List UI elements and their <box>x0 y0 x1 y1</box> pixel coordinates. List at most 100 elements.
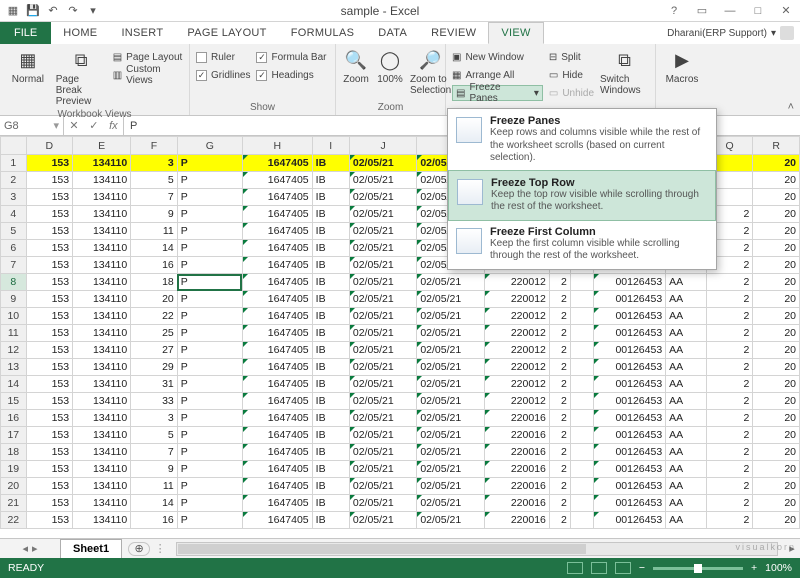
cell[interactable]: 2 <box>706 342 753 359</box>
cell[interactable]: 20 <box>753 206 800 223</box>
column-header[interactable]: R <box>753 137 800 155</box>
custom-views-button[interactable]: ▥Custom Views <box>113 67 183 83</box>
cell[interactable]: 02/05/21 <box>417 495 484 512</box>
cell[interactable]: 1647405 <box>242 393 312 410</box>
cell[interactable]: 5 <box>131 427 178 444</box>
cell[interactable]: 00126453 <box>594 495 666 512</box>
cell[interactable]: 220012 <box>484 393 549 410</box>
cell[interactable]: 20 <box>753 410 800 427</box>
cell[interactable]: 134110 <box>73 495 131 512</box>
cell[interactable]: 20 <box>753 444 800 461</box>
page-break-view-icon[interactable] <box>615 562 631 574</box>
cell[interactable]: 02/05/21 <box>417 478 484 495</box>
cell[interactable]: 20 <box>753 342 800 359</box>
cell[interactable]: IB <box>312 478 349 495</box>
sheet-nav-next-icon[interactable]: ▸ <box>32 542 38 555</box>
row-header[interactable]: 18 <box>1 444 27 461</box>
cell[interactable]: 20 <box>753 427 800 444</box>
cell[interactable]: 153 <box>26 257 73 274</box>
cell[interactable]: IB <box>312 444 349 461</box>
column-header[interactable]: G <box>177 137 242 155</box>
cell[interactable]: 1647405 <box>242 376 312 393</box>
cell[interactable] <box>570 478 593 495</box>
page-break-preview-button[interactable]: ⧉Page Break Preview <box>56 46 107 107</box>
cell[interactable]: 20 <box>753 291 800 308</box>
cell[interactable]: P <box>177 444 242 461</box>
cell[interactable]: AA <box>666 461 707 478</box>
cell[interactable]: IB <box>312 427 349 444</box>
cell[interactable]: 2 <box>706 393 753 410</box>
cell[interactable]: 20 <box>753 257 800 274</box>
cell[interactable]: 2 <box>549 427 570 444</box>
cell[interactable]: P <box>177 478 242 495</box>
cell[interactable]: AA <box>666 444 707 461</box>
cell[interactable]: AA <box>666 512 707 529</box>
cell[interactable]: 02/05/21 <box>349 359 416 376</box>
cell[interactable]: 20 <box>753 512 800 529</box>
cell[interactable]: 220016 <box>484 512 549 529</box>
cell[interactable]: IB <box>312 223 349 240</box>
cell[interactable]: IB <box>312 206 349 223</box>
freeze-first-column-option[interactable]: Freeze First ColumnKeep the first column… <box>448 220 716 269</box>
ribbon-options-icon[interactable]: ▭ <box>688 0 716 22</box>
cell[interactable]: P <box>177 325 242 342</box>
cell[interactable]: 02/05/21 <box>417 274 484 291</box>
cell[interactable]: P <box>177 495 242 512</box>
cell[interactable]: 134110 <box>73 512 131 529</box>
cell[interactable]: 220016 <box>484 444 549 461</box>
cell[interactable]: IB <box>312 189 349 206</box>
cell[interactable]: 134110 <box>73 393 131 410</box>
cell[interactable]: 2 <box>706 325 753 342</box>
cell[interactable]: 153 <box>26 240 73 257</box>
zoom-level[interactable]: 100% <box>765 562 792 574</box>
cell[interactable]: P <box>177 427 242 444</box>
cell[interactable]: 02/05/21 <box>417 376 484 393</box>
cell[interactable]: 20 <box>753 495 800 512</box>
cell[interactable] <box>570 291 593 308</box>
cell[interactable]: AA <box>666 393 707 410</box>
cell[interactable]: 153 <box>26 495 73 512</box>
zoom-100-button[interactable]: ◯100% <box>376 46 404 85</box>
new-sheet-button[interactable]: ⊕ <box>128 542 150 556</box>
cell[interactable] <box>570 512 593 529</box>
tab-home[interactable]: HOME <box>51 22 109 44</box>
column-header[interactable]: J <box>349 137 416 155</box>
macros-button[interactable]: ▶Macros <box>662 46 702 85</box>
freeze-panes-option[interactable]: Freeze PanesKeep rows and columns visibl… <box>448 109 716 171</box>
cell[interactable]: 02/05/21 <box>349 410 416 427</box>
cell[interactable]: IB <box>312 376 349 393</box>
cell[interactable]: 20 <box>753 308 800 325</box>
cell[interactable]: 02/05/21 <box>349 495 416 512</box>
cell[interactable]: 5 <box>131 172 178 189</box>
cell[interactable]: 20 <box>753 325 800 342</box>
cell[interactable]: 153 <box>26 274 73 291</box>
page-layout-button[interactable]: ▤Page Layout <box>113 49 183 65</box>
cell[interactable]: 2 <box>549 291 570 308</box>
cell[interactable]: 02/05/21 <box>417 342 484 359</box>
cell[interactable]: 02/05/21 <box>417 427 484 444</box>
cell[interactable] <box>570 376 593 393</box>
tab-formulas[interactable]: FORMULAS <box>279 22 367 44</box>
cell[interactable]: 20 <box>753 461 800 478</box>
cell[interactable]: 02/05/21 <box>349 155 416 172</box>
cell[interactable]: 134110 <box>73 274 131 291</box>
row-header[interactable]: 20 <box>1 478 27 495</box>
undo-icon[interactable]: ↶ <box>46 4 60 18</box>
cell[interactable]: AA <box>666 342 707 359</box>
cell[interactable]: 220012 <box>484 274 549 291</box>
column-header[interactable]: E <box>73 137 131 155</box>
cell[interactable] <box>570 393 593 410</box>
cell[interactable]: P <box>177 512 242 529</box>
cell[interactable]: 00126453 <box>594 291 666 308</box>
cell[interactable]: AA <box>666 291 707 308</box>
cell[interactable]: 02/05/21 <box>417 359 484 376</box>
cell[interactable] <box>570 325 593 342</box>
redo-icon[interactable]: ↷ <box>66 4 80 18</box>
cell[interactable]: 2 <box>706 495 753 512</box>
cell[interactable]: 153 <box>26 308 73 325</box>
cell[interactable]: 2 <box>706 427 753 444</box>
cell[interactable]: 134110 <box>73 427 131 444</box>
cell[interactable]: P <box>177 461 242 478</box>
cell[interactable]: 220016 <box>484 410 549 427</box>
cell[interactable]: 220016 <box>484 461 549 478</box>
